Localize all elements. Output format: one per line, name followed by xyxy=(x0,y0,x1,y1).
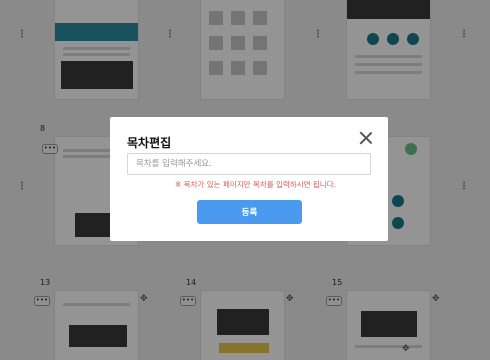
close-icon[interactable] xyxy=(359,131,373,145)
modal-title: 목차편집 xyxy=(127,136,172,150)
notice-text: ※ 목차가 있는 페이지만 목차를 입력하시면 됩니다. xyxy=(175,180,336,189)
submit-button[interactable]: 등록 xyxy=(197,200,302,224)
toc-edit-modal: 목차편집 ※ 목차가 있는 페이지만 목차를 입력하시면 됩니다. 등록 xyxy=(110,117,388,241)
toc-input[interactable] xyxy=(127,153,371,175)
